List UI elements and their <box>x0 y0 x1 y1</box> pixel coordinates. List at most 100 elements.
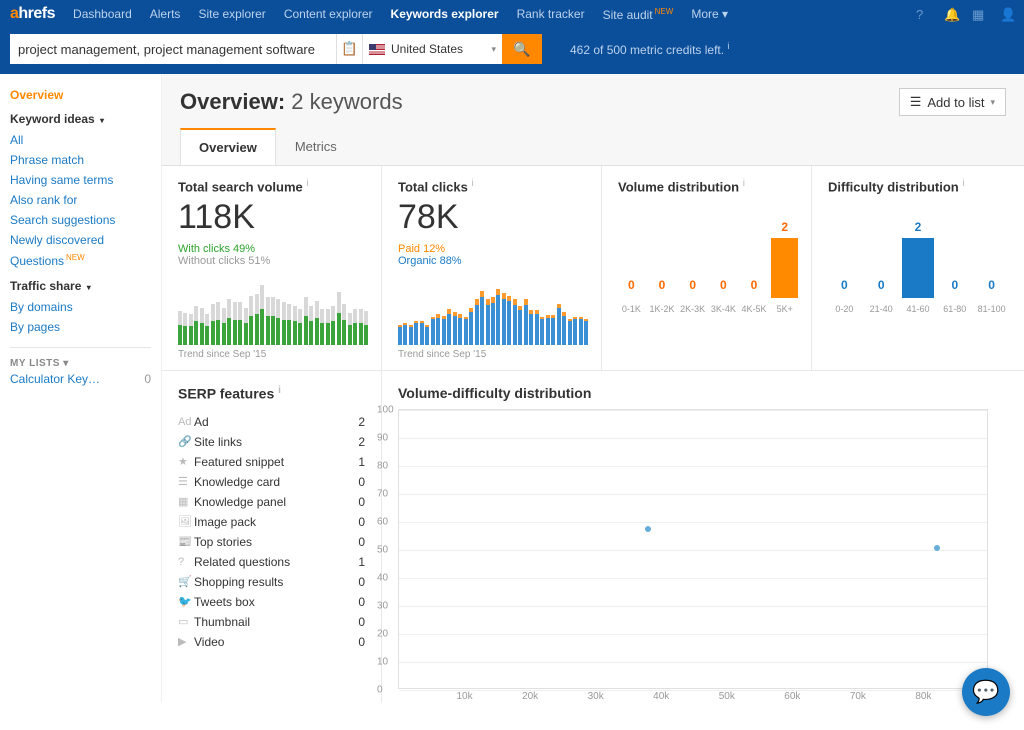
sidebar-item-also-rank[interactable]: Also rank for <box>10 190 151 210</box>
keyword-input[interactable] <box>10 34 336 64</box>
chevron-down-icon: ▾ <box>100 116 104 125</box>
sidebar-item-phrase-match[interactable]: Phrase match <box>10 150 151 170</box>
scatter-point[interactable] <box>934 545 940 551</box>
divider <box>10 347 151 348</box>
user-icon[interactable]: 👤 <box>1000 7 1014 21</box>
second-row: SERP features i AdAd2🔗Site links2★Featur… <box>162 370 1024 703</box>
serp-icon: ▭ <box>178 615 194 628</box>
new-badge: NEW <box>655 7 674 16</box>
card-volume-distribution: Volume distribution i 00-1K01K-2K02K-3K0… <box>602 166 812 370</box>
tc-value: 78K <box>398 198 585 237</box>
serp-name: Site links <box>194 435 358 449</box>
info-icon[interactable]: i <box>743 178 745 189</box>
serp-icon: ▦ <box>178 495 194 508</box>
nav-links: Dashboard Alerts Site explorer Content e… <box>73 7 728 22</box>
logo-text: hrefs <box>18 5 55 22</box>
serp-name: Knowledge panel <box>194 495 358 509</box>
nav-alerts[interactable]: Alerts <box>150 7 181 22</box>
nav-keywords-explorer[interactable]: Keywords explorer <box>391 7 499 22</box>
top-icons: ? 🔔 ▦ 👤 <box>916 7 1014 21</box>
serp-row: ▶Video0 <box>178 632 365 652</box>
add-to-list-button[interactable]: ☰ Add to list ▾ <box>899 88 1006 116</box>
serp-title: SERP features i <box>178 385 365 402</box>
chevron-down-icon: ▾ <box>990 97 995 108</box>
serp-name: Knowledge card <box>194 475 358 489</box>
country-select[interactable]: United States ▾ <box>362 34 502 64</box>
sidebar-mylists-title[interactable]: MY LISTS ▾ <box>10 358 151 369</box>
us-flag-icon <box>369 44 385 55</box>
serp-row: 📰Top stories0 <box>178 532 365 552</box>
scatter-plot: 010203040506070809010010k20k30k40k50k60k… <box>398 409 988 689</box>
serp-name: Top stories <box>194 535 358 549</box>
sidebar-item-by-domains[interactable]: By domains <box>10 297 151 317</box>
sidebar-item-by-pages[interactable]: By pages <box>10 317 151 337</box>
serp-icon: 🖼 <box>178 515 194 528</box>
info-icon[interactable]: i <box>471 178 473 189</box>
credits-text: 462 of 500 metric credits left. i <box>570 41 729 57</box>
serp-count: 0 <box>358 535 365 549</box>
nav-more[interactable]: More ▾ <box>691 7 728 22</box>
sidebar-item-newly-discovered[interactable]: Newly discovered <box>10 230 151 250</box>
info-icon[interactable]: i <box>306 178 308 189</box>
sidebar-list-item[interactable]: Calculator Key… 0 <box>10 369 151 389</box>
grid-icon[interactable]: ▦ <box>972 7 986 21</box>
serp-count: 0 <box>358 615 365 629</box>
tab-metrics[interactable]: Metrics <box>276 128 356 165</box>
sidebar-traffic-share-title[interactable]: Traffic share ▾ <box>10 279 151 293</box>
nav-rank-tracker[interactable]: Rank tracker <box>517 7 585 22</box>
sidebar: Overview Keyword ideas ▾ All Phrase matc… <box>0 74 162 703</box>
bell-icon[interactable]: 🔔 <box>944 7 958 21</box>
scatter-point[interactable] <box>645 526 651 532</box>
serp-icon: ★ <box>178 455 194 468</box>
sidebar-keyword-ideas-title[interactable]: Keyword ideas ▾ <box>10 112 151 126</box>
serp-count: 0 <box>358 595 365 609</box>
serp-count: 0 <box>358 495 365 509</box>
trend-label: Trend since Sep '15 <box>178 349 365 360</box>
nav-content-explorer[interactable]: Content explorer <box>284 7 373 22</box>
sidebar-item-same-terms[interactable]: Having same terms <box>10 170 151 190</box>
card-total-search-volume: Total search volume i 118K With clicks 4… <box>162 166 382 370</box>
logo[interactable]: ahrefs <box>10 5 55 23</box>
serp-count: 2 <box>358 415 365 429</box>
nav-dashboard[interactable]: Dashboard <box>73 7 132 22</box>
card-title: Difficulty distribution i <box>828 178 1008 194</box>
serp-count: 1 <box>358 455 365 469</box>
info-icon[interactable]: i <box>727 41 729 51</box>
sidebar-item-all[interactable]: All <box>10 130 151 150</box>
nav-site-audit[interactable]: Site auditNEW <box>603 7 674 22</box>
serp-row: ▭Thumbnail0 <box>178 612 365 632</box>
chat-fab[interactable]: 💬 <box>962 668 1010 716</box>
serp-count: 0 <box>358 635 365 649</box>
tab-overview[interactable]: Overview <box>180 128 276 165</box>
nav-site-explorer[interactable]: Site explorer <box>198 7 265 22</box>
serp-name: Shopping results <box>194 575 358 589</box>
sidebar-item-questions[interactable]: QuestionsNEW <box>10 250 151 271</box>
serp-features-card: SERP features i AdAd2🔗Site links2★Featur… <box>162 371 382 703</box>
card-difficulty-distribution: Difficulty distribution i 00-20021-40241… <box>812 166 1024 370</box>
serp-name: Image pack <box>194 515 358 529</box>
tabs: Overview Metrics <box>162 128 1024 165</box>
help-icon[interactable]: ? <box>916 7 930 21</box>
sidebar-item-search-suggestions[interactable]: Search suggestions <box>10 210 151 230</box>
serp-row: 🛒Shopping results0 <box>178 572 365 592</box>
top-nav: ahrefs Dashboard Alerts Site explorer Co… <box>0 0 1024 28</box>
serp-name: Related questions <box>194 555 358 569</box>
paste-button[interactable]: 📋 <box>336 34 362 64</box>
serp-row: 🔗Site links2 <box>178 432 365 452</box>
tc-organic: Organic 88% <box>398 255 585 267</box>
serp-name: Featured snippet <box>194 455 358 469</box>
search-button[interactable]: 🔍 <box>502 34 542 64</box>
country-label: United States <box>391 42 463 56</box>
sidebar-overview[interactable]: Overview <box>10 88 151 102</box>
serp-row: 🐦Tweets box0 <box>178 592 365 612</box>
info-icon[interactable]: i <box>962 178 964 189</box>
serp-count: 0 <box>358 475 365 489</box>
cards-row: Total search volume i 118K With clicks 4… <box>162 165 1024 370</box>
serp-name: Tweets box <box>194 595 358 609</box>
info-icon[interactable]: i <box>278 385 281 396</box>
tsv-with-clicks: With clicks 49% <box>178 243 365 255</box>
chat-icon: 💬 <box>972 679 999 705</box>
clipboard-icon: 📋 <box>341 41 358 56</box>
chevron-down-icon: ▾ <box>722 7 728 21</box>
card-title: Total search volume i <box>178 178 365 194</box>
